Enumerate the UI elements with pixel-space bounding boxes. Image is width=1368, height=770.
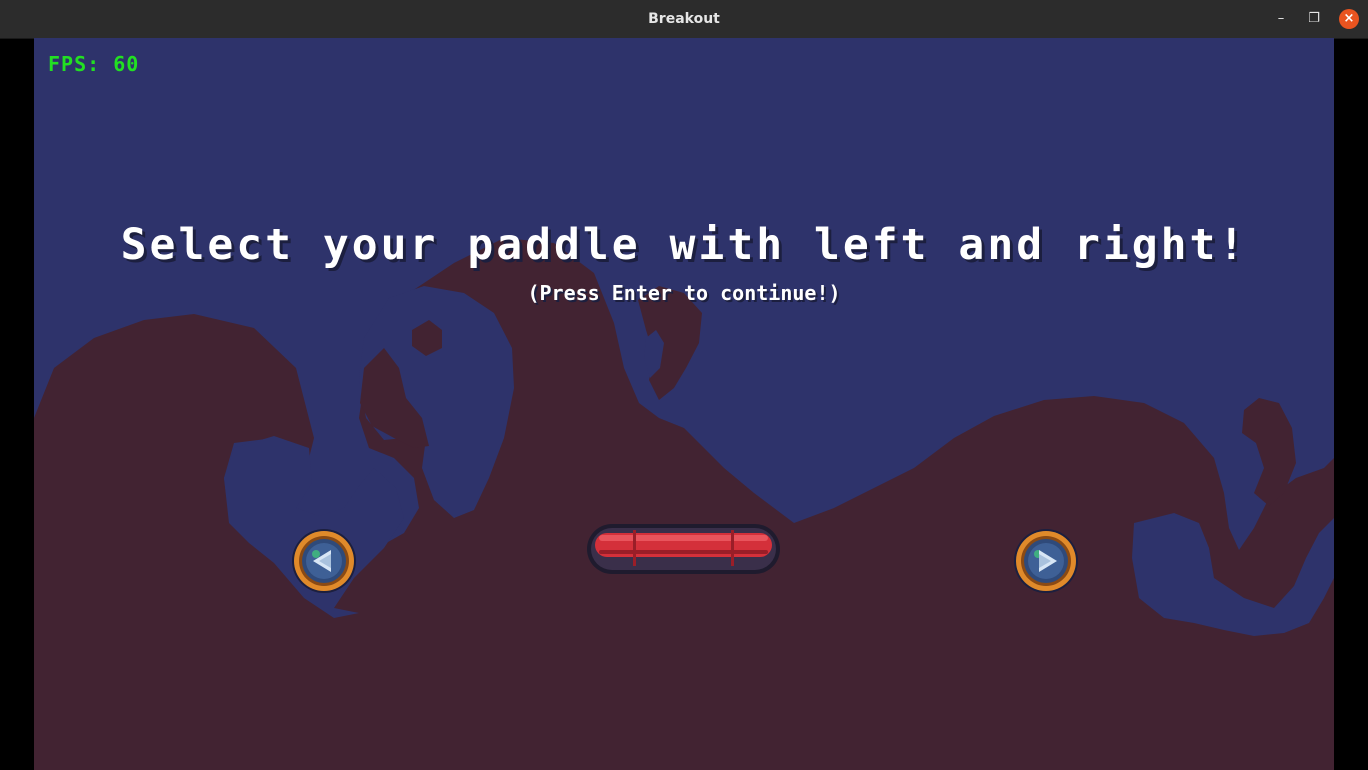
minimize-icon[interactable]: – <box>1272 10 1290 28</box>
select-left-button[interactable] <box>289 526 359 596</box>
fps-counter: FPS: 60 <box>48 52 140 76</box>
right-arrow-icon <box>1014 529 1078 593</box>
window-titlebar: Breakout – ❐ × <box>0 0 1368 39</box>
close-icon[interactable]: × <box>1339 9 1359 29</box>
maximize-icon[interactable]: ❐ <box>1305 10 1323 28</box>
menu-headline: Select your paddle with left and right! <box>120 220 1248 270</box>
window-title: Breakout <box>648 11 720 27</box>
game-canvas[interactable]: FPS: 60 Select your paddle with left and… <box>34 38 1334 770</box>
select-right-button[interactable] <box>1011 526 1081 596</box>
paddle-preview <box>587 524 780 574</box>
left-arrow-icon <box>292 529 356 593</box>
menu-subline: (Press Enter to continue!) <box>527 281 841 305</box>
background-scenery <box>34 238 1334 770</box>
